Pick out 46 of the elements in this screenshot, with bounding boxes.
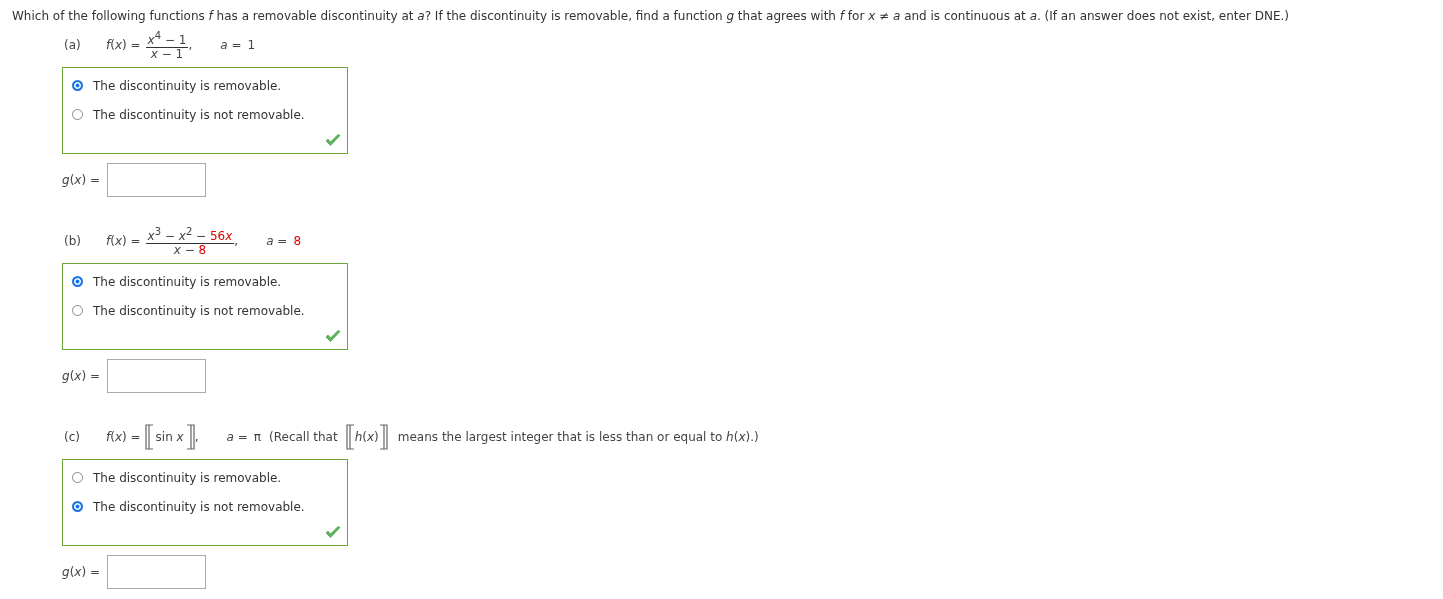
function-name: f(x) = xyxy=(106,234,141,248)
point-label: a = xyxy=(266,234,288,248)
part-label: (c) xyxy=(64,430,81,444)
option-label[interactable]: The discontinuity is not removable. xyxy=(93,499,305,514)
function-name: f(x) = xyxy=(106,38,141,52)
part-label: (b) xyxy=(64,234,82,248)
input-field[interactable] xyxy=(107,555,206,589)
part-label: (a) xyxy=(64,38,82,52)
input-field[interactable] xyxy=(107,163,206,197)
numerator: x$^{3}$ − x$^{2}$ − 56x xyxy=(145,225,235,244)
left-bracket-icon xyxy=(345,424,355,450)
comma: , xyxy=(188,38,193,52)
input-field[interactable] xyxy=(107,359,206,393)
answer-label: g(x) = xyxy=(62,565,100,579)
comma: , xyxy=(194,430,199,444)
right-bracket-icon xyxy=(378,424,388,450)
answer-label: g(x) = xyxy=(62,173,100,187)
point-label: a = xyxy=(220,38,242,52)
left-bracket-icon xyxy=(144,424,154,450)
option-label[interactable]: The discontinuity is removable. xyxy=(93,78,282,93)
denominator: x − 8 xyxy=(173,244,207,257)
instructions-text: Which of the following functions f has a removable discontinuity at a? If the discontinuity is removable, find a function g that agrees with f for x ≠ a and is continuous at a. (If an answer does not exist, enter DNE.) xyxy=(12,9,1290,23)
note-text: means the largest integer that is less than or equal to h(x).) xyxy=(397,430,759,444)
point-value: 1 xyxy=(247,38,256,52)
right-bracket-icon xyxy=(185,424,195,450)
point-label: a = xyxy=(226,430,248,444)
point-value: π xyxy=(253,430,261,444)
note-text: (Recall that xyxy=(269,430,338,444)
function-name: f(x) = xyxy=(106,430,141,444)
numerator: x$^{4}$ − 1 xyxy=(145,29,189,48)
radio-button[interactable] xyxy=(72,109,83,120)
answer-label: g(x) = xyxy=(62,369,100,383)
option-label[interactable]: The discontinuity is not removable. xyxy=(93,303,305,318)
point-value: 8 xyxy=(293,234,302,248)
option-label[interactable]: The discontinuity is removable. xyxy=(93,470,282,485)
radio-button[interactable] xyxy=(72,276,83,287)
denominator: x − 1 xyxy=(150,48,184,61)
radio-button[interactable] xyxy=(72,305,83,316)
radio-button[interactable] xyxy=(72,501,83,512)
comma: , xyxy=(234,234,239,248)
note-floor-argument: h(x) xyxy=(354,430,379,444)
option-label[interactable]: The discontinuity is not removable. xyxy=(93,107,305,122)
option-label[interactable]: The discontinuity is removable. xyxy=(93,274,282,289)
radio-button[interactable] xyxy=(72,80,83,91)
radio-button[interactable] xyxy=(72,472,83,483)
floor-argument: sin x xyxy=(154,430,185,444)
